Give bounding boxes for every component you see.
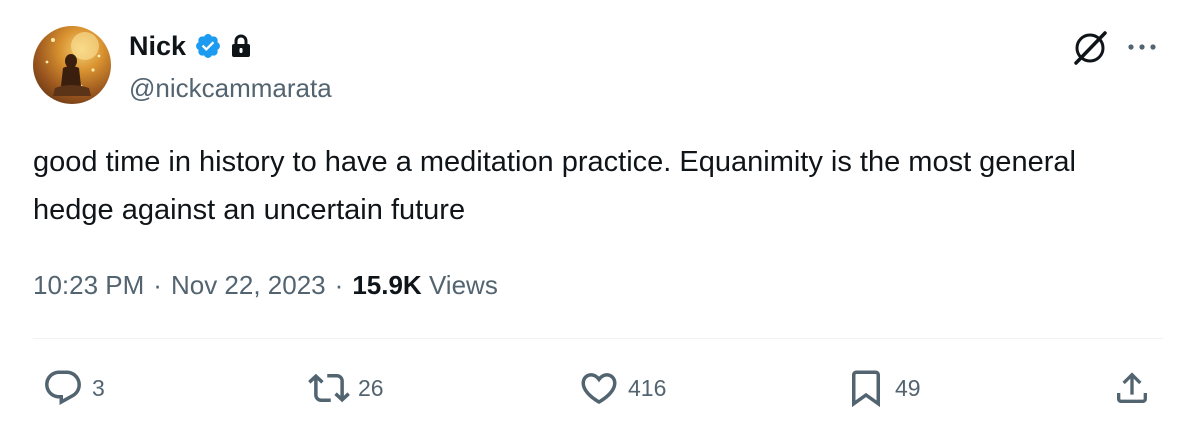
author-name-row: Nick — [129, 29, 252, 63]
tweet-text: good time in history to have a meditatio… — [33, 146, 1076, 226]
bookmark-count: 49 — [895, 375, 921, 401]
repost-count: 26 — [358, 375, 384, 401]
heart-icon — [578, 367, 620, 409]
divider — [33, 338, 1163, 339]
reply-icon — [42, 367, 84, 409]
reply-button[interactable]: 3 — [42, 366, 105, 410]
avatar[interactable] — [33, 26, 111, 104]
tweet-metadata: 10:23 PM · Nov 22, 2023 · 15.9K Views — [33, 267, 498, 303]
bookmark-button[interactable]: 49 — [845, 366, 921, 410]
author-display-name[interactable]: Nick — [129, 29, 186, 63]
retweet-icon — [308, 367, 350, 409]
meta-separator: · — [334, 270, 344, 300]
lock-icon — [230, 34, 252, 58]
repost-button[interactable]: 26 — [308, 366, 384, 410]
share-button[interactable] — [1112, 366, 1152, 410]
grok-icon[interactable] — [1070, 28, 1110, 68]
meta-separator: · — [153, 270, 162, 300]
like-count: 416 — [628, 375, 667, 401]
author-handle[interactable]: @nickcammarata — [129, 71, 332, 105]
views-label: Views — [428, 270, 498, 300]
bookmark-icon — [845, 367, 887, 409]
reply-count: 3 — [92, 375, 105, 401]
tweet-time[interactable]: 10:23 PM — [33, 270, 144, 300]
share-icon — [1112, 368, 1152, 408]
tweet-card: Nick @nickcammarata good time in history… — [0, 0, 1182, 434]
like-button[interactable]: 416 — [578, 366, 666, 410]
views-count[interactable]: 15.9K — [352, 270, 421, 300]
more-icon[interactable] — [1124, 34, 1160, 60]
tweet-date[interactable]: Nov 22, 2023 — [171, 270, 326, 300]
verified-badge-icon — [194, 32, 222, 60]
avatar-image — [45, 32, 101, 96]
